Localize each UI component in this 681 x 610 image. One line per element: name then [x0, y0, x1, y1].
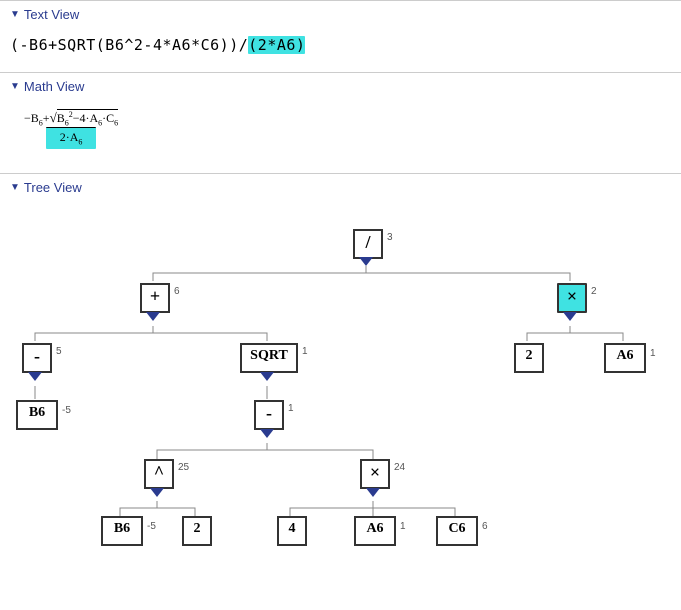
- node-a6-right[interactable]: A6 1: [604, 343, 646, 373]
- sqrt-icon: √: [50, 110, 57, 125]
- node-b6-bottom[interactable]: B6 -5: [101, 516, 143, 546]
- node-value: 24: [394, 463, 405, 473]
- formula-highlight: (2*A6): [248, 36, 305, 54]
- node-neg[interactable]: - 5: [22, 343, 52, 373]
- node-value: 5: [56, 347, 62, 357]
- node-value: 2: [591, 287, 597, 297]
- node-plus[interactable]: + 6: [140, 283, 170, 313]
- node-two-right[interactable]: 2: [514, 343, 544, 373]
- fraction: −B6+√B62−4·A6·C6 2·A6: [20, 110, 122, 149]
- caret-down-icon: [28, 372, 42, 381]
- node-value: -5: [62, 406, 71, 416]
- node-value: 6: [482, 522, 488, 532]
- section-text-view: ▼ Text View (-B6+SQRT(B6^2-4*A6*C6))/(2*…: [0, 0, 681, 72]
- caret-down-icon: ▼: [10, 182, 20, 193]
- node-value: 1: [650, 349, 656, 359]
- node-times-highlight[interactable]: × 2: [557, 283, 587, 313]
- formula-tree[interactable]: / 3 + 6 × 2 - 5 SQRT 1 2 A6: [0, 201, 681, 541]
- node-value: -5: [147, 522, 156, 532]
- text-view-title: Text View: [24, 7, 79, 22]
- text-view-header[interactable]: ▼ Text View: [0, 1, 681, 28]
- tree-view-title: Tree View: [24, 180, 82, 195]
- node-four[interactable]: 4: [277, 516, 307, 546]
- node-power[interactable]: ^ 25: [144, 459, 174, 489]
- node-sqrt[interactable]: SQRT 1: [240, 343, 298, 373]
- caret-down-icon: ▼: [10, 81, 20, 92]
- caret-down-icon: [260, 372, 274, 381]
- node-b6-top[interactable]: B6 -5: [16, 400, 58, 430]
- formula-prefix: (-B6+SQRT(B6^2-4*A6*C6))/: [10, 36, 248, 54]
- node-value: 3: [387, 233, 393, 243]
- math-view-title: Math View: [24, 79, 84, 94]
- tree-connectors: [0, 201, 681, 541]
- node-value: 6: [174, 287, 180, 297]
- caret-down-icon: [366, 488, 380, 497]
- caret-down-icon: [359, 257, 373, 266]
- node-a6-bottom[interactable]: A6 1: [354, 516, 396, 546]
- node-value: 1: [288, 404, 294, 414]
- node-c6[interactable]: C6 6: [436, 516, 478, 546]
- node-divide[interactable]: / 3: [353, 229, 383, 259]
- node-value: 1: [302, 347, 308, 357]
- section-math-view: ▼ Math View −B6+√B62−4·A6·C6 2·A6: [0, 72, 681, 173]
- denominator-highlight: 2·A6: [46, 127, 97, 148]
- node-two-bottom[interactable]: 2: [182, 516, 212, 546]
- node-aux-minus[interactable]: - 1: [254, 400, 284, 430]
- sqrt-body: B62−4·A6·C6: [57, 109, 118, 125]
- caret-down-icon: [260, 429, 274, 438]
- math-view-header[interactable]: ▼ Math View: [0, 73, 681, 100]
- formula-text[interactable]: (-B6+SQRT(B6^2-4*A6*C6))/(2*A6): [0, 28, 681, 72]
- node-value: 1: [400, 522, 406, 532]
- caret-down-icon: [563, 312, 577, 321]
- numerator: −B6+√B62−4·A6·C6: [20, 109, 122, 127]
- caret-down-icon: [146, 312, 160, 321]
- caret-down-icon: ▼: [10, 9, 20, 20]
- caret-down-icon: [150, 488, 164, 497]
- tree-view-header[interactable]: ▼ Tree View: [0, 174, 681, 201]
- section-tree-view: ▼ Tree View: [0, 173, 681, 541]
- formula-math[interactable]: −B6+√B62−4·A6·C6 2·A6: [0, 100, 681, 173]
- node-value: 25: [178, 463, 189, 473]
- node-mul[interactable]: × 24: [360, 459, 390, 489]
